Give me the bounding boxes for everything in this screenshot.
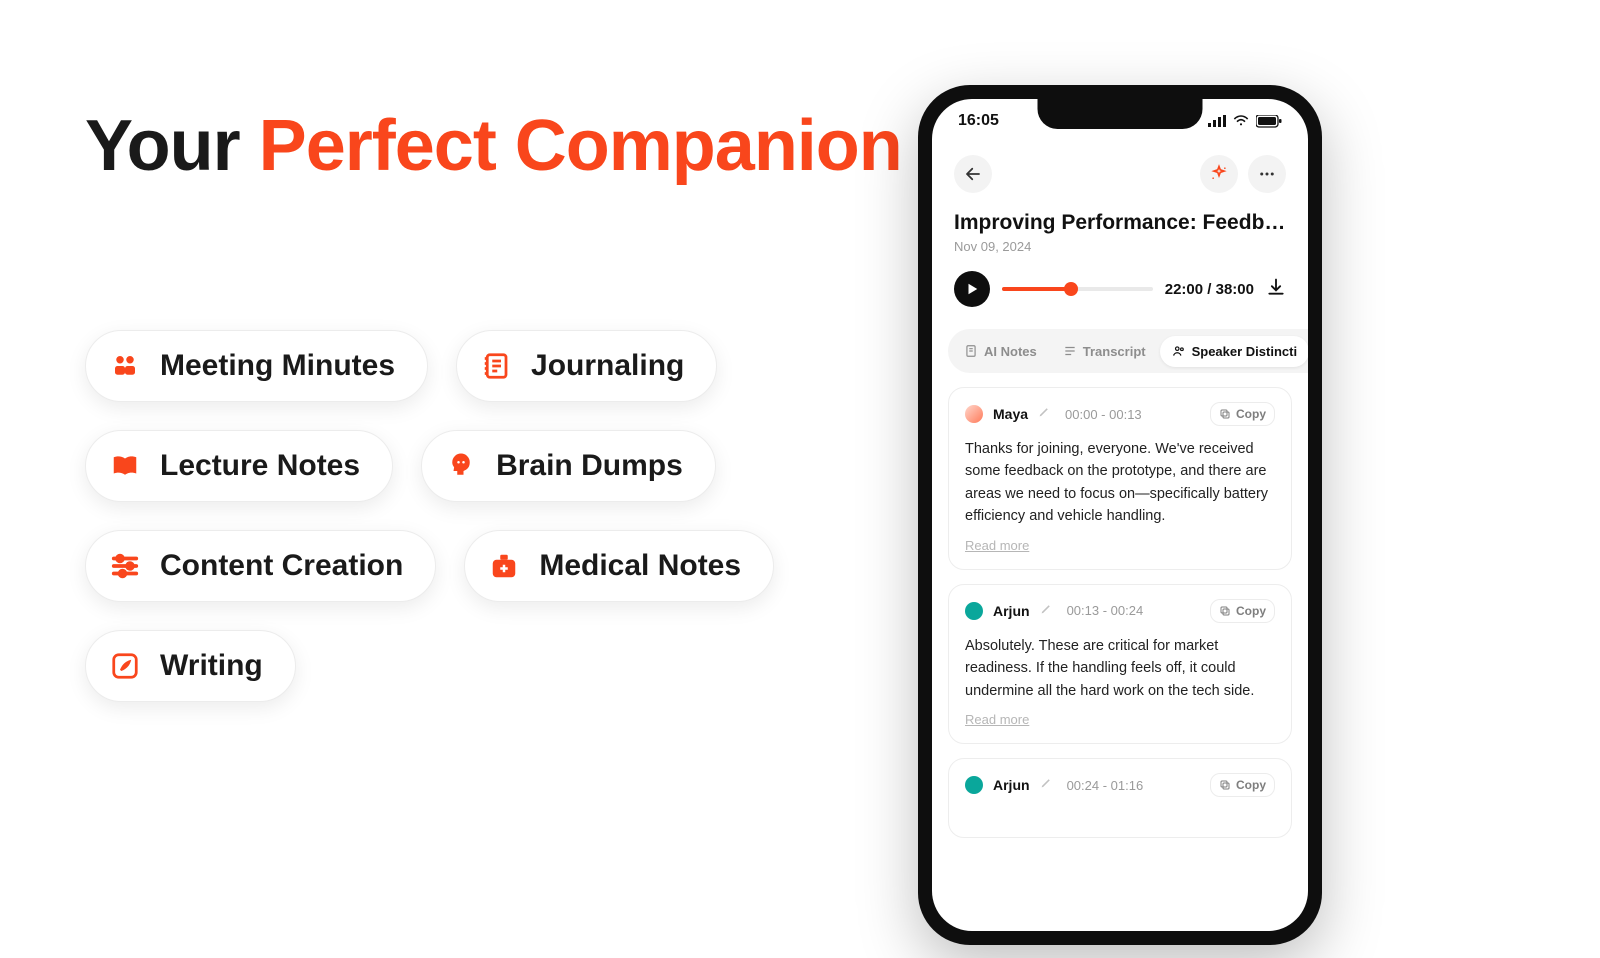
people-small-icon xyxy=(1172,344,1186,358)
speaker-name: Maya xyxy=(993,406,1028,422)
pencil-icon xyxy=(1040,776,1053,789)
audio-player: 22:00 / 38:00 xyxy=(954,271,1286,307)
use-case-chips: Meeting Minutes Journaling Lecture Notes xyxy=(85,330,805,702)
book-icon xyxy=(108,449,142,483)
tab-ai-notes[interactable]: AI Notes xyxy=(952,336,1049,367)
chip-label: Lecture Notes xyxy=(160,449,360,483)
edit-speaker-button[interactable] xyxy=(1040,776,1053,794)
brain-icon xyxy=(444,449,478,483)
transcript-text: Thanks for joining, everyone. We've rece… xyxy=(965,438,1275,528)
transcript-cards: Maya 00:00 - 00:13 Copy Thanks for joini… xyxy=(948,387,1292,931)
chip-label: Brain Dumps xyxy=(496,449,683,483)
sparkle-icon xyxy=(1209,164,1229,184)
note-icon xyxy=(964,344,978,358)
time-range: 00:24 - 01:16 xyxy=(1067,778,1144,793)
chip-writing[interactable]: Writing xyxy=(85,630,296,702)
dots-icon xyxy=(1258,165,1276,183)
play-button[interactable] xyxy=(954,271,990,307)
speaker-avatar xyxy=(965,405,983,423)
chip-label: Journaling xyxy=(531,349,684,383)
sliders-icon xyxy=(108,549,142,583)
people-icon xyxy=(108,349,142,383)
back-button[interactable] xyxy=(954,155,992,193)
transcript-text: Absolutely. These are critical for marke… xyxy=(965,635,1275,702)
note-title: Improving Performance: Feedback .. xyxy=(954,211,1286,235)
speaker-avatar xyxy=(965,602,983,620)
cellular-icon xyxy=(1208,115,1226,127)
journal-icon xyxy=(479,349,513,383)
transcript-card: Arjun 00:13 - 00:24 Copy Absolutely. The… xyxy=(948,584,1292,744)
battery-icon xyxy=(1256,115,1282,128)
lines-icon xyxy=(1063,344,1077,358)
tab-label: Transcript xyxy=(1083,344,1146,359)
time-display: 22:00 / 38:00 xyxy=(1165,281,1254,298)
hero-headline: Your Perfect Companion for xyxy=(85,105,1014,188)
medical-icon xyxy=(487,549,521,583)
copy-button[interactable]: Copy xyxy=(1210,599,1275,623)
tab-label: Speaker Distincti xyxy=(1192,344,1298,359)
chip-lecture-notes[interactable]: Lecture Notes xyxy=(85,430,393,502)
speaker-name: Arjun xyxy=(993,603,1030,619)
copy-label: Copy xyxy=(1236,604,1266,618)
wifi-icon xyxy=(1232,115,1250,127)
seek-knob[interactable] xyxy=(1064,282,1078,296)
edit-speaker-button[interactable] xyxy=(1040,602,1053,620)
arrow-left-icon xyxy=(964,165,982,183)
headline-accent: Perfect Companion xyxy=(259,106,902,186)
headline-part1: Your xyxy=(85,106,259,186)
phone-notch xyxy=(1038,99,1203,129)
read-more-link[interactable]: Read more xyxy=(965,712,1029,727)
copy-label: Copy xyxy=(1236,778,1266,792)
copy-button[interactable]: Copy xyxy=(1210,402,1275,426)
chip-label: Content Creation xyxy=(160,549,403,583)
ai-sparkle-button[interactable] xyxy=(1200,155,1238,193)
play-icon xyxy=(965,282,979,296)
tab-label: AI Notes xyxy=(984,344,1037,359)
chip-brain-dumps[interactable]: Brain Dumps xyxy=(421,430,716,502)
download-button[interactable] xyxy=(1266,277,1286,302)
time-elapsed: 22:00 xyxy=(1165,281,1203,298)
phone-mockup: 16:05 xyxy=(918,85,1322,945)
chip-medical-notes[interactable]: Medical Notes xyxy=(464,530,774,602)
speaker-avatar xyxy=(965,776,983,794)
time-range: 00:00 - 00:13 xyxy=(1065,407,1142,422)
chip-journaling[interactable]: Journaling xyxy=(456,330,717,402)
copy-icon xyxy=(1219,779,1231,791)
transcript-card: Arjun 00:24 - 01:16 Copy xyxy=(948,758,1292,838)
more-button[interactable] xyxy=(1248,155,1286,193)
chip-label: Medical Notes xyxy=(539,549,741,583)
chip-label: Writing xyxy=(160,649,263,683)
pen-icon xyxy=(108,649,142,683)
time-range: 00:13 - 00:24 xyxy=(1067,603,1144,618)
copy-icon xyxy=(1219,605,1231,617)
view-tabs: AI Notes Transcript Speaker Distincti xyxy=(948,329,1308,373)
seek-fill xyxy=(1002,287,1071,291)
copy-button[interactable]: Copy xyxy=(1210,773,1275,797)
pencil-icon xyxy=(1040,602,1053,615)
status-time: 16:05 xyxy=(958,112,999,130)
chip-content-creation[interactable]: Content Creation xyxy=(85,530,436,602)
note-date: Nov 09, 2024 xyxy=(954,239,1286,254)
tab-speaker-distinction[interactable]: Speaker Distincti xyxy=(1160,336,1308,367)
copy-icon xyxy=(1219,408,1231,420)
read-more-link[interactable]: Read more xyxy=(965,538,1029,553)
time-total: 38:00 xyxy=(1216,281,1254,298)
download-icon xyxy=(1266,277,1286,297)
speaker-name: Arjun xyxy=(993,777,1030,793)
copy-label: Copy xyxy=(1236,407,1266,421)
chip-label: Meeting Minutes xyxy=(160,349,395,383)
app-top-bar xyxy=(932,155,1308,193)
chip-meeting-minutes[interactable]: Meeting Minutes xyxy=(85,330,428,402)
phone-screen: 16:05 xyxy=(932,99,1308,931)
seek-track[interactable] xyxy=(1002,287,1153,291)
tab-transcript[interactable]: Transcript xyxy=(1051,336,1158,367)
pencil-icon xyxy=(1038,405,1051,418)
edit-speaker-button[interactable] xyxy=(1038,405,1051,423)
transcript-card: Maya 00:00 - 00:13 Copy Thanks for joini… xyxy=(948,387,1292,570)
